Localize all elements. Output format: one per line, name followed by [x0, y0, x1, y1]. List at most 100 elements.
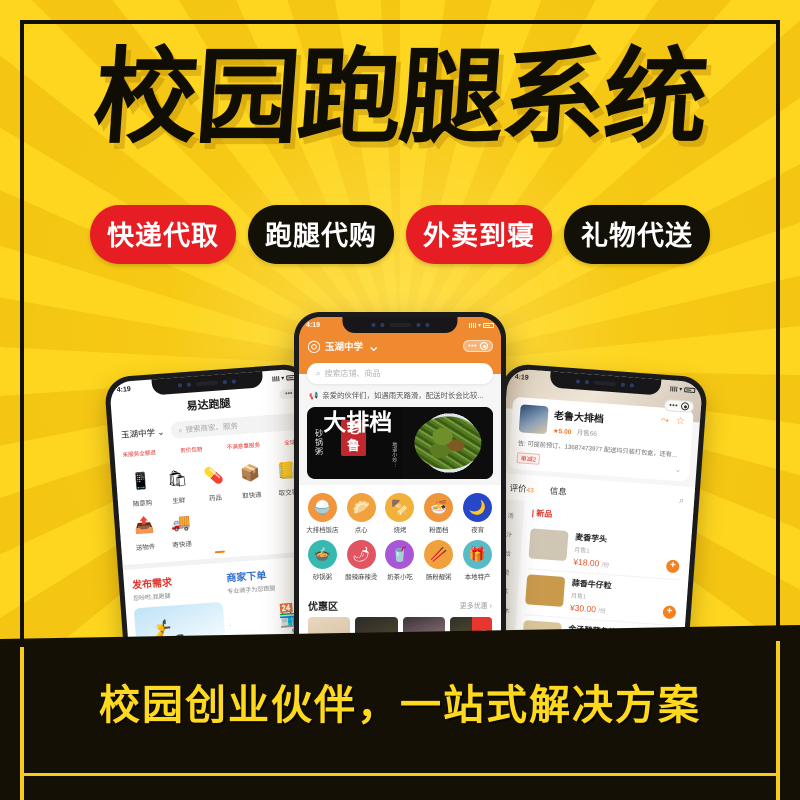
service-item-3[interactable]: 📦 取快递: [231, 458, 270, 501]
wifi-icon: ▾: [281, 375, 285, 382]
service-label-1: 生鲜: [172, 497, 186, 506]
signal-icon: [670, 385, 678, 392]
promo-banner-left: 砂锅粥 老鲁 大排档 地道小炒···: [307, 407, 402, 479]
tab-reviews[interactable]: 评价43: [509, 482, 534, 496]
status-time-right: 4:19: [514, 373, 529, 382]
app-header-center: 4:19 ▾ ◎ 玉湖中学 ⌄ •••: [299, 317, 501, 363]
search-icon[interactable]: ⌕: [679, 495, 685, 506]
search-icon: ⌕: [316, 368, 321, 378]
banner-small-text: 地道小炒···: [391, 442, 398, 467]
category-label-0: 大排档饭店: [306, 527, 339, 534]
category-item-0[interactable]: 🍚 大排档饭店: [303, 493, 342, 534]
add-to-cart-button[interactable]: +: [662, 605, 677, 620]
category-grid: 🍚 大排档饭店 🥟 点心 🍢 烧烤 🍜 粉面档 🌙 夜宵 🍲 砂锅粥 🌶 酸辣麻…: [299, 485, 501, 591]
chevron-down-icon[interactable]: ⌄: [674, 465, 681, 474]
share-icon[interactable]: ⤳: [661, 415, 670, 427]
service-label-6: 寄快递: [172, 540, 193, 550]
signal-icon: [272, 375, 280, 382]
slab-underline: [24, 773, 776, 776]
battery-icon: [684, 386, 696, 393]
menu-item-unit: /份: [597, 608, 607, 616]
poster-headline: 校园跑腿系统: [89, 36, 711, 158]
megaphone-icon: 📢: [309, 391, 319, 400]
menu-item-name: 麦香芋头: [574, 532, 608, 544]
dimsum-icon: 🥟: [346, 493, 376, 522]
add-to-cart-button[interactable]: +: [665, 559, 680, 574]
announcement-bar[interactable]: 📢 亲爱的伙伴们，如遇雨天路滑，配送时长会比较...: [299, 384, 501, 407]
search-icon: ⌕: [177, 424, 183, 435]
target-icon: [680, 402, 690, 411]
signal-icon: [468, 322, 476, 328]
menu-item-name: 蒜香牛仔粒: [571, 578, 613, 591]
courier-icon: 🚚: [169, 514, 192, 533]
category-item-3[interactable]: 🍜 粉面档: [419, 493, 458, 534]
shop-header-row: 老鲁大排档 ★5.00 月售66 ⤳ ☆: [518, 404, 686, 444]
bottom-banner: 校园创业伙伴，一站式解决方案: [0, 625, 800, 800]
announcement-text: 亲爱的伙伴们，如遇雨天路滑，配送时长会比较...: [322, 391, 484, 400]
category-label-9: 本地特产: [464, 574, 491, 581]
menu-item-sold: 月售1: [573, 547, 590, 555]
category-item-6[interactable]: 🌶 酸辣麻辣烫: [342, 540, 381, 581]
search-input-center[interactable]: ⌕ 搜索店铺、商品: [307, 363, 493, 384]
category-label-3: 粉面档: [429, 527, 449, 534]
feature-pill-3: 礼物代送: [564, 205, 710, 264]
location-label-center[interactable]: 玉湖中学: [325, 339, 363, 353]
mini-capsule-right[interactable]: •••: [663, 398, 695, 413]
steamer-icon: 🥢: [424, 540, 454, 569]
category-label-6: 酸辣麻辣烫: [345, 574, 378, 581]
category-item-7[interactable]: 🥤 奶茶小吃: [381, 540, 420, 581]
battery-icon: [483, 322, 494, 328]
category-item-4[interactable]: 🌙 夜宵: [458, 493, 497, 534]
category-item-9[interactable]: 🎁 本地特产: [458, 540, 497, 581]
service-label-3: 取快递: [241, 491, 262, 501]
carousel-indicator-left[interactable]: [214, 550, 225, 554]
tab-reviews-label: 评价: [509, 482, 527, 494]
category-row-1: 🍚 大排档饭店 🥟 点心 🍢 烧烤 🍜 粉面档 🌙 夜宵: [303, 493, 497, 540]
search-placeholder-center: 搜索店铺、商品: [324, 369, 381, 378]
service-item-5[interactable]: 📤 送物件: [125, 510, 164, 553]
spicy-icon: 🌶: [346, 540, 376, 569]
category-item-8[interactable]: 🥢 肠粉靓粥: [419, 540, 458, 581]
dish-photo: [414, 416, 482, 470]
shop-action-icons: ⤳ ☆: [661, 415, 686, 428]
menu-item-price: ¥30.00 /份: [569, 602, 607, 616]
category-label-5: 砂锅粥: [312, 574, 332, 581]
more-dots-icon: •••: [468, 342, 477, 350]
promo-banner[interactable]: 砂锅粥 老鲁 大排档 地道小炒···: [307, 407, 493, 479]
promo-item-0: 未服务全额退: [122, 450, 157, 459]
location-pin-icon: ◎: [307, 338, 321, 355]
milktea-icon: 🥤: [385, 540, 415, 569]
category-label-4: 夜宵: [471, 527, 484, 534]
poster-tagline: 校园创业伙伴，一站式解决方案: [99, 681, 701, 729]
more-dots-icon: •••: [668, 401, 679, 410]
location-row-center: ◎ 玉湖中学 ⌄ •••: [299, 333, 501, 358]
menu-item-unit: /份: [601, 562, 610, 570]
promo-item-2: 不满意重服务: [226, 442, 261, 452]
favorite-star-icon[interactable]: ☆: [676, 416, 686, 428]
category-item-1[interactable]: 🥟 点心: [342, 493, 381, 534]
deal-more-link[interactable]: 更多优惠 ›: [460, 601, 492, 611]
app-title-text: 易达跑腿: [186, 397, 231, 413]
chevron-down-icon[interactable]: ⌄: [367, 336, 380, 356]
menu-item-thumb: [528, 528, 569, 562]
location-selector-left[interactable]: 玉湖中学 ⌄: [121, 425, 165, 440]
tab-info[interactable]: 信息: [549, 485, 567, 498]
category-label-1: 点心: [354, 527, 368, 534]
category-item-5[interactable]: 🍲 砂锅粥: [303, 540, 342, 581]
shop-meta: ★5.00 月售66: [553, 425, 604, 439]
feature-pill-row: 快递代取 跑腿代购 外卖到寝 礼物代送: [0, 205, 800, 264]
tab-reviews-count: 43: [526, 486, 534, 495]
phone-center-screen: 4:19 ▾ ◎ 玉湖中学 ⌄ ••• ⌕ 搜索店铺、商品 📢 亲爱的伙伴们，如…: [299, 317, 501, 679]
category-item-2[interactable]: 🍢 烧烤: [381, 493, 420, 534]
frame-top-line: [20, 20, 780, 24]
service-item-6[interactable]: 🚚 寄快递: [161, 507, 200, 550]
service-item-1[interactable]: 🛍 生鲜: [158, 464, 197, 507]
service-item-2[interactable]: 💊 药品: [195, 461, 234, 504]
location-label-left: 玉湖中学: [120, 426, 156, 440]
mini-capsule-center[interactable]: •••: [463, 340, 493, 352]
menu-item-sold: 月售1: [570, 593, 587, 601]
status-time-left: 4:19: [116, 385, 131, 394]
service-label-2: 药品: [208, 494, 223, 503]
service-item-0[interactable]: 📱 随意购: [122, 466, 161, 509]
grocery-icon: 🛍: [166, 470, 189, 489]
